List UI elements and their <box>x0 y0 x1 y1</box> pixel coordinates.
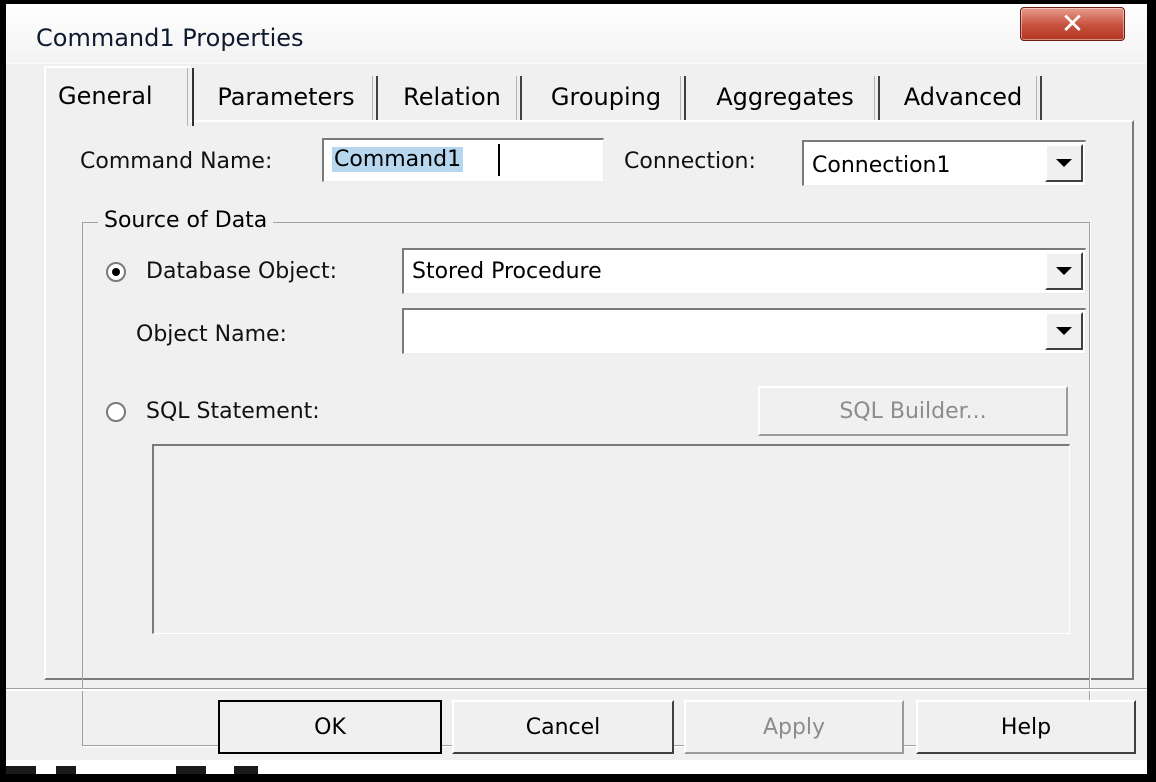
title-separator <box>6 62 1147 64</box>
title-bar: Command1 Properties ✕ <box>6 4 1147 62</box>
footer-separator <box>6 688 1147 691</box>
help-label: Help <box>1000 714 1052 740</box>
ok-label: OK <box>314 714 346 740</box>
window-title: Command1 Properties <box>36 24 304 52</box>
text-caret <box>498 144 500 176</box>
chevron-down-icon <box>1056 327 1072 335</box>
sql-statement-textarea[interactable] <box>152 444 1070 634</box>
tab-advanced[interactable]: Advanced <box>884 74 1042 122</box>
close-button[interactable]: ✕ <box>1020 7 1125 41</box>
connection-select[interactable]: Connection1 <box>802 140 1086 186</box>
tab-general[interactable]: General <box>44 66 194 132</box>
apply-label: Apply <box>762 714 826 740</box>
screen-border-right <box>1147 0 1156 782</box>
taskbar-strip <box>6 760 1147 774</box>
tab-aggregates-label: Aggregates <box>716 83 854 111</box>
command-name-label: Command Name: <box>80 149 273 174</box>
sql-statement-radio[interactable] <box>106 402 126 422</box>
database-object-value: Stored Procedure <box>412 259 602 284</box>
apply-button[interactable]: Apply <box>684 700 904 754</box>
cancel-label: Cancel <box>525 714 601 740</box>
tab-parameters[interactable]: Parameters <box>194 74 378 122</box>
object-name-dropdown-button[interactable] <box>1045 312 1083 350</box>
database-object-select[interactable]: Stored Procedure <box>402 248 1086 294</box>
tab-parameters-label: Parameters <box>217 83 355 111</box>
command-name-input[interactable]: Command1 <box>322 138 604 182</box>
database-object-dropdown-button[interactable] <box>1045 252 1083 290</box>
tab-grouping-label: Grouping <box>550 83 662 111</box>
connection-value: Connection1 <box>812 153 951 178</box>
help-button[interactable]: Help <box>916 700 1136 754</box>
connection-label: Connection: <box>624 149 756 174</box>
command-name-value: Command1 <box>332 147 464 172</box>
screen-border-bottom <box>0 774 1156 782</box>
sql-statement-label: SQL Statement: <box>146 399 320 424</box>
tab-general-label: General <box>58 82 153 110</box>
ok-button[interactable]: OK <box>218 700 442 754</box>
chevron-down-icon <box>1056 267 1072 275</box>
tab-relation-label: Relation <box>403 83 501 111</box>
tab-relation[interactable]: Relation <box>382 74 522 122</box>
object-name-select[interactable] <box>402 308 1086 354</box>
close-icon: ✕ <box>1060 7 1085 40</box>
tab-aggregates[interactable]: Aggregates <box>690 74 880 122</box>
sql-builder-label: SQL Builder... <box>839 398 987 424</box>
database-object-label: Database Object: <box>146 259 338 284</box>
source-of-data-label: Source of Data <box>98 208 274 233</box>
sql-builder-button[interactable]: SQL Builder... <box>758 386 1068 436</box>
database-object-radio[interactable] <box>106 262 126 282</box>
chevron-down-icon <box>1056 159 1072 167</box>
connection-dropdown-button[interactable] <box>1045 144 1083 182</box>
tab-advanced-label: Advanced <box>903 83 1023 111</box>
command-properties-dialog: Command1 Properties ✕ General Parameters… <box>6 4 1147 760</box>
object-name-label: Object Name: <box>136 322 287 347</box>
tab-grouping[interactable]: Grouping <box>526 74 686 122</box>
cancel-button[interactable]: Cancel <box>452 700 674 754</box>
